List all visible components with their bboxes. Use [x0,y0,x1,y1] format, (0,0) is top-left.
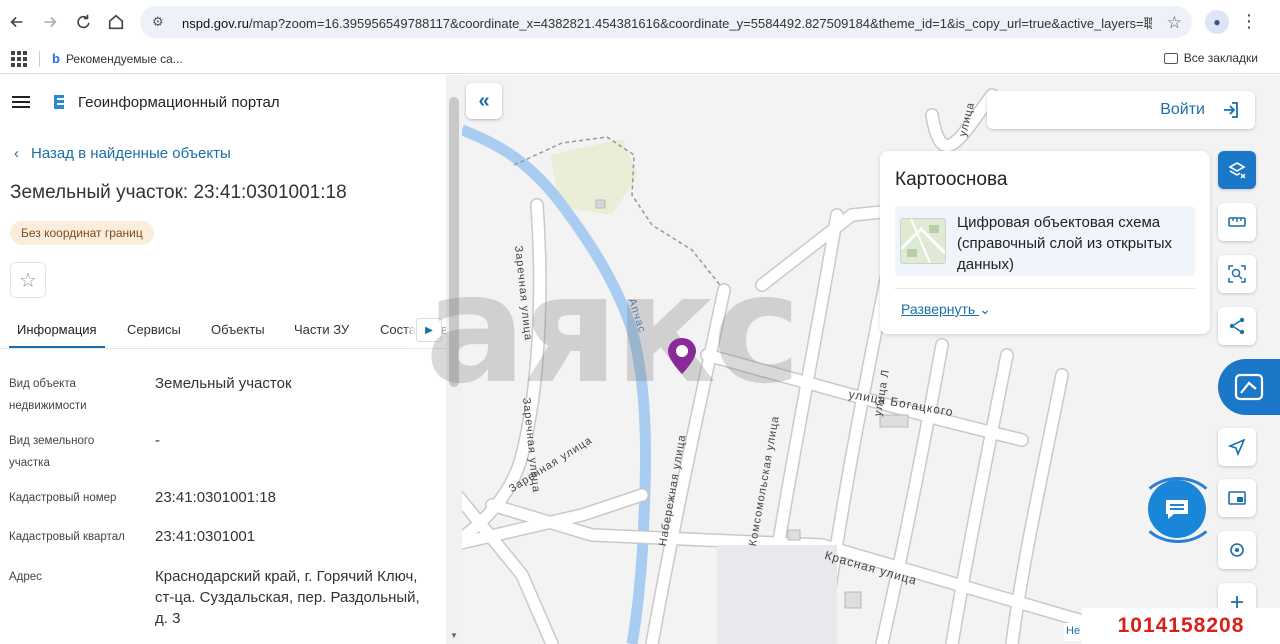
profile-avatar-icon[interactable]: ● [1205,10,1229,34]
navigation-icon[interactable] [1218,428,1256,466]
browser-toolbar: ⚙ nspd.gov.ru/map?zoom=16.39595654978811… [0,0,1280,44]
basemap-divider [895,288,1195,289]
object-info-panel: Геоинформационный портал ‹ Назад в найде… [0,75,446,644]
info-tabs: Информация Сервисы Объекты Части ЗУ Сост… [0,311,446,349]
field-label: Вид земельного участка [9,435,95,469]
back-label: Назад в найденные объекты [31,145,231,162]
back-arrow-icon[interactable] [1,6,33,38]
area-search-icon[interactable] [1218,255,1256,293]
object-title: Земельный участок: 23:41:0301001:18 [10,182,347,203]
favorite-star-icon[interactable]: ☆ [10,262,46,298]
all-bookmarks-label: Все закладки [1183,51,1258,65]
menu-icon[interactable] [12,93,30,111]
panel-header: Геоинформационный портал [0,75,446,129]
home-icon[interactable] [100,6,132,38]
listing-id-badge: 1014158208 [1082,608,1280,644]
login-button[interactable]: Войти [987,91,1255,129]
parcel-tool-icon[interactable] [1218,359,1280,415]
ruler-icon[interactable] [1218,203,1256,241]
site-info-icon[interactable]: ⚙ [152,14,172,30]
field-label: Адрес [9,571,42,583]
bing-icon: b [52,51,60,66]
tab-parts[interactable]: Части ЗУ [294,322,349,337]
active-tab-indicator [9,346,105,348]
all-bookmarks[interactable]: Все закладки [1163,51,1258,65]
field-value: - [155,432,160,449]
portal-title: Геоинформационный портал [78,93,280,111]
basemap-layer-name: Цифровая объектовая схема (справочный сл… [957,214,1172,273]
folder-icon [1163,52,1178,64]
expand-link[interactable]: Развернуть ⌄ [901,301,991,318]
watermark-logo: аякс [425,243,801,417]
back-to-results-link[interactable]: ‹ Назад в найденные объекты [14,145,231,162]
chevron-left-icon: ‹ [14,145,19,162]
browser-menu-icon[interactable]: ⋮ [1240,11,1258,32]
basemap-title: Картооснова [895,169,1008,190]
url-text[interactable]: nspd.gov.ru/map?zoom=16.395956549788117&… [182,13,1152,32]
tab-objects[interactable]: Объекты [211,322,265,337]
forward-arrow-icon[interactable] [34,6,66,38]
basemap-panel: Картооснова Цифровая объектовая схема (с… [880,151,1210,334]
scroll-down-icon[interactable]: ▼ [450,631,458,640]
field-label: Кадастровый квартал [9,531,125,543]
bookmark-label: Рекомендуемые са... [65,51,183,66]
apps-grid-icon[interactable] [11,50,27,67]
tab-composition[interactable]: Соста [380,322,416,337]
location-pin-icon[interactable] [664,336,700,376]
bookmarks-bar: b Рекомендуемые са... Все закладки [0,44,1280,74]
login-arrow-icon [1224,102,1238,118]
basemap-thumbnail-icon [900,218,946,264]
login-label: Войти [1160,101,1205,118]
address-bar[interactable]: ⚙ nspd.gov.ru/map?zoom=16.39595654978811… [140,6,1192,38]
chevron-down-icon: ⌄ [979,301,991,317]
bookmark-recommended[interactable]: b Рекомендуемые са... [52,51,183,66]
field-value: Краснодарский край, г. Горячий Ключ, ст-… [155,568,420,627]
tab-information[interactable]: Информация [17,322,97,337]
bookmark-star-icon[interactable]: ☆ [1167,13,1182,33]
tab-services[interactable]: Сервисы [127,322,181,337]
reload-icon[interactable] [67,6,99,38]
picture-in-picture-icon[interactable] [1218,479,1256,517]
field-value: Земельный участок [155,375,292,392]
field-value[interactable]: 23:41:0301001:18 [155,487,425,508]
status-badge: Без координат границ [10,221,154,245]
field-label: Кадастровый номер [9,492,117,504]
bookmarks-divider [39,50,40,67]
basemap-layer-card[interactable]: Цифровая объектовая схема (справочный сл… [895,206,1195,276]
locate-icon[interactable] [1218,531,1256,569]
field-label: Вид объекта недвижимости [9,378,87,412]
portal-logo-icon [54,95,64,109]
share-icon[interactable] [1218,307,1256,345]
collapse-panel-button[interactable]: « [466,83,502,119]
chat-bubble-icon[interactable] [1148,480,1206,538]
field-value[interactable]: 23:41:0301001 [155,526,425,547]
layers-clear-icon[interactable] [1218,151,1256,189]
